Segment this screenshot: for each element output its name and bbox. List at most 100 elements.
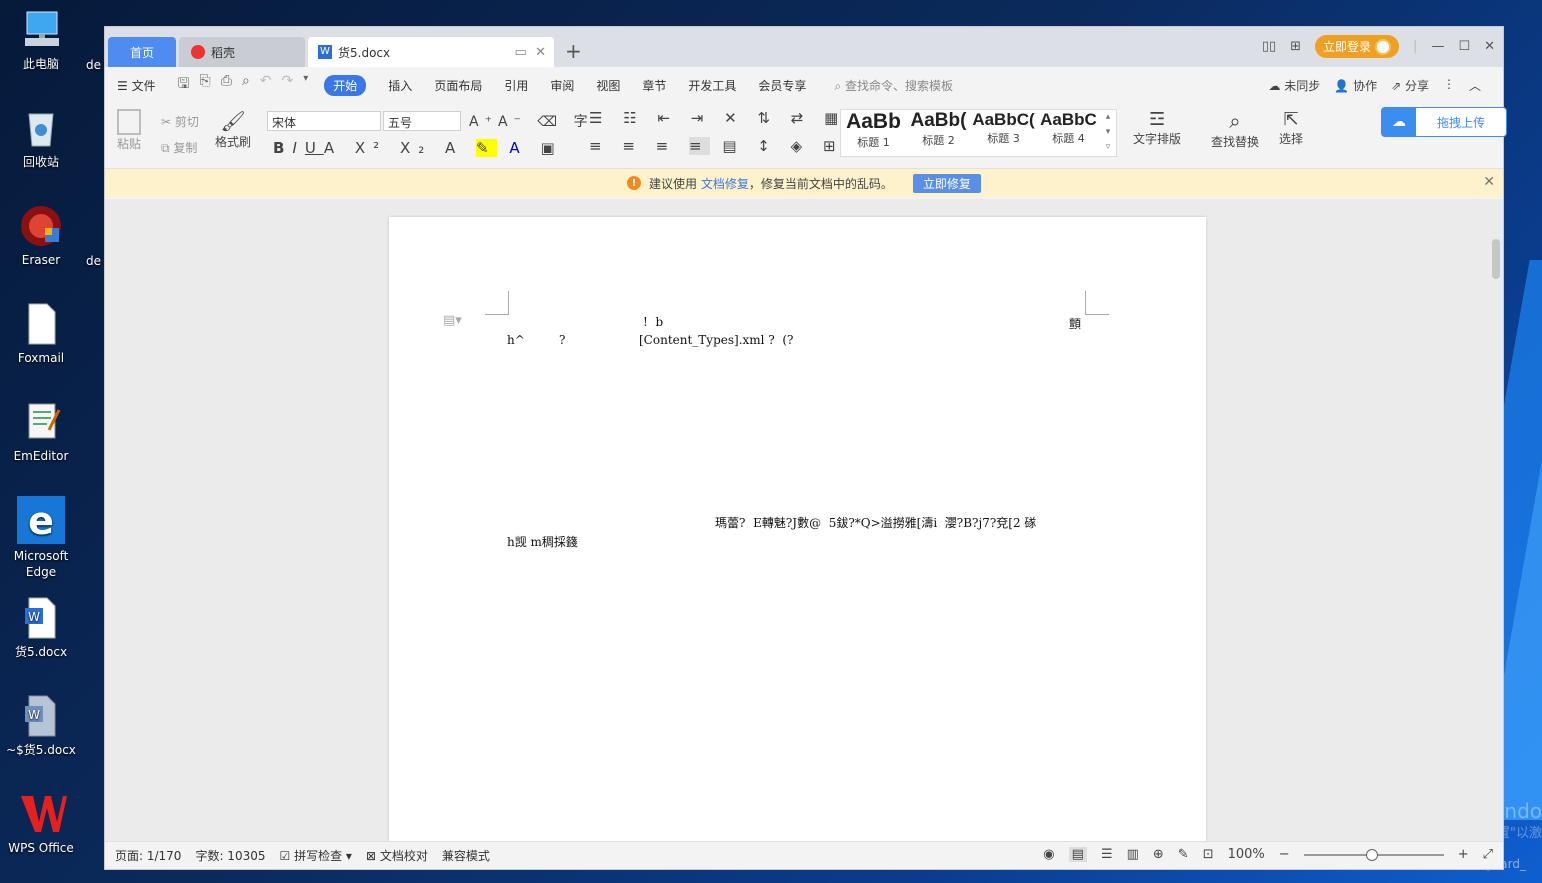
fullscreen-icon[interactable]: ⤢: [1483, 847, 1493, 862]
desktop-icon-edge[interactable]: e Microsoft Edge: [4, 496, 78, 580]
desktop-icon-doc[interactable]: W 货5.docx: [4, 596, 78, 660]
style-heading-2[interactable]: AaBb(标题 2: [906, 110, 971, 156]
maximize-icon[interactable]: ☐: [1458, 39, 1470, 54]
close-window-icon[interactable]: ✕: [1484, 39, 1495, 54]
cut-button[interactable]: ✂ 剪切: [161, 113, 199, 130]
text-layout-label: 文字排版: [1133, 132, 1182, 146]
font-select[interactable]: 宋体: [267, 111, 381, 131]
search-icon: ⌕: [834, 78, 842, 93]
desktop-icon-foxmail[interactable]: Foxmail: [4, 302, 78, 366]
find-replace-button[interactable]: ⌕ 查找替换: [1211, 109, 1259, 150]
sync-button[interactable]: ☁ 未同步: [1268, 77, 1320, 94]
web-view-icon[interactable]: ⊕: [1153, 847, 1164, 862]
copy-button[interactable]: ⧉ 复制: [161, 139, 197, 156]
zoom-knob[interactable]: [1365, 848, 1378, 861]
collapse-ribbon-icon[interactable]: ︿: [1469, 77, 1481, 94]
zoom-out-icon[interactable]: −: [1279, 847, 1290, 862]
style-label: 标题 4: [1052, 132, 1085, 145]
vertical-scrollbar[interactable]: [1489, 199, 1503, 842]
doc-proof-button[interactable]: ⊠ 文档校对: [366, 847, 428, 864]
font-format-buttons[interactable]: BIUA X² X₂ A ✎ A ▣: [273, 139, 563, 157]
save-icon[interactable]: 🖫: [178, 73, 190, 97]
outline-view-icon[interactable]: ☰: [1101, 847, 1113, 862]
login-button[interactable]: 立即登录: [1315, 35, 1400, 58]
print-icon[interactable]: ⎙: [221, 73, 232, 97]
scroll-thumb[interactable]: [1492, 239, 1500, 279]
desktop-icon-wps[interactable]: WPS Office: [4, 792, 78, 856]
desktop-icon-label: Eraser: [21, 253, 61, 267]
close-notice-icon[interactable]: ✕: [1483, 174, 1495, 190]
menu-section[interactable]: 章节: [642, 77, 666, 94]
select-button[interactable]: ⇱ 选择: [1279, 109, 1303, 147]
export-icon[interactable]: ⎘: [200, 73, 211, 97]
repair-now-button[interactable]: 立即修复: [912, 173, 981, 193]
tab-document[interactable]: W 货5.docx ▭ ✕: [308, 37, 554, 67]
desktop-icon-label: 货5.docx: [14, 645, 68, 659]
zoom-slider[interactable]: [1303, 848, 1444, 861]
menu-developer[interactable]: 开发工具: [688, 77, 736, 94]
tab-daoke[interactable]: 稻壳: [179, 37, 305, 67]
menu-view[interactable]: 视图: [596, 77, 620, 94]
desktop-icon-this-pc[interactable]: 此电脑: [4, 8, 78, 72]
upload-drop-button[interactable]: ☁ 拖拽上传: [1381, 107, 1507, 137]
style-scroll[interactable]: ▴ ▾ ▿: [1101, 110, 1115, 156]
partial-desktop-label: de: [86, 58, 101, 72]
paragraph-options-icon[interactable]: ▤▾: [443, 313, 462, 328]
eye-protect-icon[interactable]: ◉: [1043, 847, 1054, 862]
paste-button[interactable]: 粘贴: [117, 109, 141, 152]
page-indicator[interactable]: 页面: 1/170: [115, 847, 181, 864]
tab-home[interactable]: 首页: [108, 37, 176, 67]
customize-icon[interactable]: ▾: [303, 73, 308, 97]
new-tab-button[interactable]: +: [565, 39, 582, 63]
desktop-icon-emeditor[interactable]: EmEditor: [4, 400, 78, 464]
style-heading-1[interactable]: AaBb 标题 1: [841, 110, 906, 156]
write-view-icon[interactable]: ✎: [1178, 847, 1189, 862]
desktop-icon-tempdoc[interactable]: W ~$货5.docx: [4, 694, 78, 758]
redo-icon[interactable]: ↷: [282, 73, 294, 97]
style-heading-4[interactable]: AaBbC 标题 4: [1036, 110, 1101, 156]
undo-icon[interactable]: ↶: [260, 73, 272, 97]
desktop-icon-eraser[interactable]: Eraser: [4, 204, 78, 268]
menu-insert[interactable]: 插入: [388, 77, 412, 94]
zoom-level[interactable]: 100%: [1228, 847, 1265, 862]
paste-label: 粘贴: [117, 137, 142, 151]
spell-check-button[interactable]: ☑ 拼写检查 ▾: [280, 847, 352, 864]
font-size-select[interactable]: 五号: [383, 111, 461, 131]
paragraph-list-buttons[interactable]: ☰ ☷ ⇤ ⇥ ✕ ⇅ ⇄ ▦: [589, 109, 846, 127]
minimize-icon[interactable]: —: [1431, 39, 1444, 54]
menu-references[interactable]: 引用: [504, 77, 528, 94]
read-view-icon[interactable]: ▥: [1127, 847, 1139, 862]
collaborate-button[interactable]: 👤 协作: [1334, 77, 1377, 94]
document-canvas: ▤▾ ! b 顫 h^ ? [Content_Types].xml ? (? 瑪…: [105, 199, 1503, 842]
zoom-in-icon[interactable]: +: [1458, 847, 1469, 862]
fit-icon[interactable]: ⊡: [1203, 847, 1214, 862]
pin-icon[interactable]: ▭: [515, 45, 527, 60]
font-grow-shrink[interactable]: A⁺A⁻ ⌫ 字: [469, 111, 594, 131]
word-count[interactable]: 字数: 10305: [195, 847, 265, 864]
menu-page-layout[interactable]: 页面布局: [434, 77, 482, 94]
brush-icon: 🖌: [220, 109, 246, 133]
menu-review[interactable]: 审阅: [550, 77, 574, 94]
close-icon[interactable]: ✕: [535, 45, 546, 60]
layout-icon[interactable]: ▯▯: [1262, 39, 1276, 54]
document-page[interactable]: ▤▾ ! b 顫 h^ ? [Content_Types].xml ? (? 瑪…: [389, 217, 1206, 842]
more-icon[interactable]: ⋮: [1443, 77, 1455, 94]
text-layout-button[interactable]: ☲ 文字排版: [1133, 109, 1181, 147]
command-search[interactable]: ⌕ 查找命令、搜索模板: [834, 77, 953, 94]
share-button[interactable]: ⇗ 分享: [1391, 77, 1429, 94]
doc-repair-link[interactable]: 文档修复: [701, 175, 749, 192]
text-layout-icon: ☲: [1148, 109, 1166, 130]
cut-label: 剪切: [174, 115, 199, 129]
menu-start[interactable]: 开始: [324, 74, 367, 96]
menu-member[interactable]: 会员专享: [758, 77, 806, 94]
desktop-icon-recycle-bin[interactable]: 回收站: [4, 106, 78, 170]
doc-text-line: 顫: [1069, 317, 1082, 331]
preview-icon[interactable]: ⌕: [242, 73, 250, 97]
file-menu[interactable]: ☰ 文件: [117, 77, 156, 94]
style-heading-3[interactable]: AaBbC(标题 3: [971, 110, 1036, 156]
partial-desktop-label: de: [86, 254, 101, 268]
grid-icon[interactable]: ⊞: [1290, 39, 1301, 54]
format-painter-button[interactable]: 🖌 格式刷: [215, 109, 251, 150]
paragraph-align-buttons[interactable]: ≡ ≡ ≡ ≡ ▤ ↕ ◈ ⊞: [589, 137, 844, 155]
page-view-icon[interactable]: ▤: [1068, 847, 1087, 862]
